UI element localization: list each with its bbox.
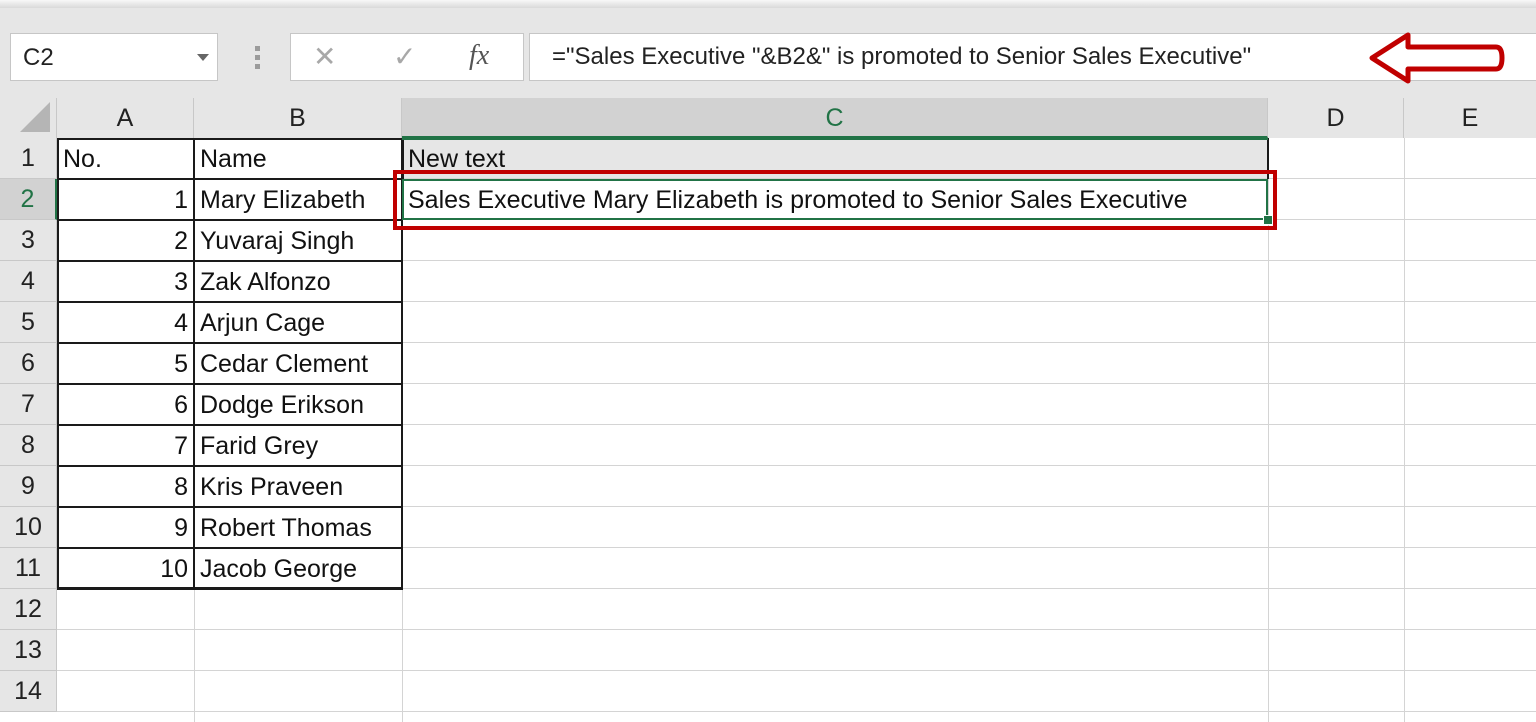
- row-header-5[interactable]: 5: [0, 302, 57, 343]
- cell-a11[interactable]: 10: [57, 548, 194, 589]
- cell-a2[interactable]: 1: [57, 179, 194, 220]
- column-header-b[interactable]: B: [194, 98, 402, 138]
- cell-b13[interactable]: [194, 630, 402, 671]
- cell-a1[interactable]: No.: [57, 138, 194, 179]
- cell-b10[interactable]: Robert Thomas: [194, 507, 402, 548]
- cell-a5[interactable]: 4: [57, 302, 194, 343]
- formula-bar: C2 ✕ ✓ fx ="Sales Executive "&B2&" is pr…: [0, 8, 1536, 98]
- row-header-1[interactable]: 1: [0, 138, 57, 179]
- row-header-13[interactable]: 13: [0, 630, 57, 671]
- row-header-7[interactable]: 7: [0, 384, 57, 425]
- cell-a12[interactable]: [57, 589, 194, 630]
- cell-b8[interactable]: Farid Grey: [194, 425, 402, 466]
- row-header-4[interactable]: 4: [0, 261, 57, 302]
- column-header-a[interactable]: A: [57, 98, 194, 138]
- cell-b6[interactable]: Cedar Clement: [194, 343, 402, 384]
- row-header-14[interactable]: 14: [0, 671, 57, 712]
- ribbon-edge: [0, 0, 1536, 8]
- cell-b7[interactable]: Dodge Erikson: [194, 384, 402, 425]
- cell-a9[interactable]: 8: [57, 466, 194, 507]
- cell-a10[interactable]: 9: [57, 507, 194, 548]
- cancel-icon[interactable]: ✕: [313, 40, 336, 73]
- cell-b2[interactable]: Mary Elizabeth: [194, 179, 402, 220]
- formula-text: ="Sales Executive "&B2&" is promoted to …: [552, 43, 1252, 70]
- column-header-d[interactable]: D: [1268, 98, 1404, 138]
- formula-buttons: ✕ ✓ fx: [290, 33, 524, 81]
- cell-b3[interactable]: Yuvaraj Singh: [194, 220, 402, 261]
- cell-b4[interactable]: Zak Alfonzo: [194, 261, 402, 302]
- row-header-9[interactable]: 9: [0, 466, 57, 507]
- grip-handle-icon[interactable]: [255, 46, 261, 70]
- cell-a3[interactable]: 2: [57, 220, 194, 261]
- cell-b5[interactable]: Arjun Cage: [194, 302, 402, 343]
- left-arrow-annotation-icon: [1369, 32, 1505, 84]
- cell-a7[interactable]: 6: [57, 384, 194, 425]
- column-header-c[interactable]: C: [402, 98, 1268, 138]
- row-header-10[interactable]: 10: [0, 507, 57, 548]
- cell-b9[interactable]: Kris Praveen: [194, 466, 402, 507]
- cell-a8[interactable]: 7: [57, 425, 194, 466]
- highlight-annotation: [393, 170, 1277, 230]
- cell-a6[interactable]: 5: [57, 343, 194, 384]
- cell-a14[interactable]: [57, 671, 194, 712]
- row-header-3[interactable]: 3: [0, 220, 57, 261]
- row-header-11[interactable]: 11: [0, 548, 57, 589]
- name-box[interactable]: C2: [10, 33, 218, 81]
- row-header-2[interactable]: 2: [0, 179, 57, 220]
- cell-b1[interactable]: Name: [194, 138, 402, 179]
- cell-a13[interactable]: [57, 630, 194, 671]
- row-header-12[interactable]: 12: [0, 589, 57, 630]
- cell-b14[interactable]: [194, 671, 402, 712]
- column-header-e[interactable]: E: [1404, 98, 1536, 138]
- name-box-value: C2: [23, 44, 54, 71]
- worksheet-grid[interactable]: A B C D E 1 No. Name 2 1 Mary Elizabeth 3 2 Yuva…: [0, 98, 1536, 722]
- row-header-6[interactable]: 6: [0, 343, 57, 384]
- row-header-8[interactable]: 8: [0, 425, 57, 466]
- cell-b11[interactable]: Jacob George: [194, 548, 402, 589]
- cell-b12[interactable]: [194, 589, 402, 630]
- select-all-button[interactable]: [0, 98, 57, 138]
- enter-icon[interactable]: ✓: [393, 40, 416, 73]
- chevron-down-icon[interactable]: [197, 54, 209, 61]
- cell-a4[interactable]: 3: [57, 261, 194, 302]
- insert-function-icon[interactable]: fx: [469, 40, 489, 72]
